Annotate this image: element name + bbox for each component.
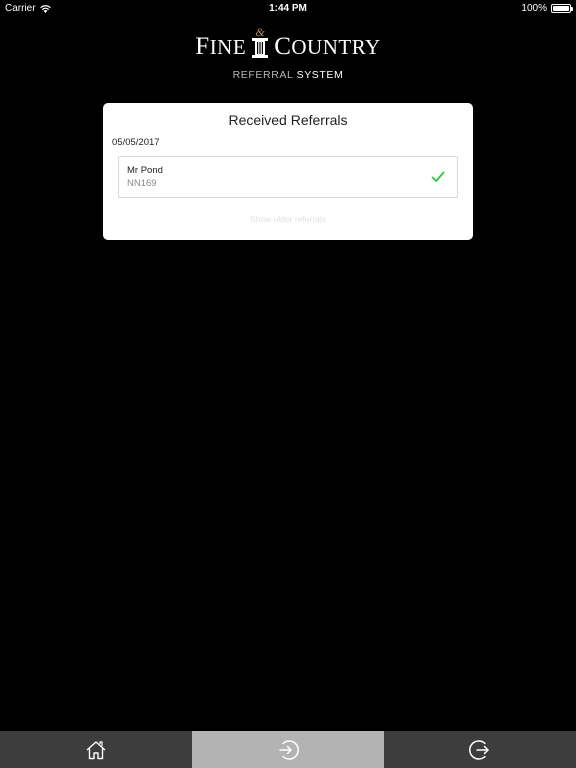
- status-right: 100%: [521, 3, 573, 14]
- referral-name: Mr Pond: [127, 165, 163, 176]
- battery-icon: [551, 4, 573, 13]
- referral-code: NN169: [127, 178, 157, 189]
- logo-word-fine: FINE: [195, 33, 247, 60]
- tab-home[interactable]: [0, 731, 192, 768]
- subtitle-system: SYSTEM: [296, 69, 344, 81]
- battery-percent: 100%: [521, 3, 547, 14]
- show-older-referrals-link[interactable]: Show older referrals: [103, 214, 473, 224]
- received-icon: [279, 739, 299, 760]
- logo-ampersand: &: [256, 26, 266, 39]
- logo-wordmark: FINE & COUNTRY: [195, 26, 380, 60]
- checkmark-icon: [431, 171, 445, 182]
- battery-fill: [553, 6, 569, 11]
- logo-word-country: COUNTRY: [274, 33, 381, 60]
- sent-icon: [469, 739, 489, 760]
- tab-sent[interactable]: [384, 731, 576, 768]
- brand-logo: FINE & COUNTRY: [0, 26, 576, 60]
- column-logo-icon: &: [252, 26, 269, 58]
- card-title: Received Referrals: [228, 112, 348, 128]
- tab-bar: [0, 731, 576, 768]
- subtitle-referral: REFERRAL: [232, 69, 294, 81]
- referral-item[interactable]: Mr Pond NN169: [118, 156, 458, 198]
- status-time: 1:44 PM: [269, 3, 307, 14]
- status-bar: Carrier 1:44 PM 100%: [0, 0, 576, 16]
- received-referrals-card: Received Referrals 05/05/2017 Mr Pond NN…: [103, 103, 473, 240]
- app-subtitle: REFERRAL SYSTEM: [0, 69, 576, 81]
- group-date: 05/05/2017: [112, 137, 160, 148]
- home-icon: [86, 740, 106, 759]
- tab-received[interactable]: [192, 731, 384, 768]
